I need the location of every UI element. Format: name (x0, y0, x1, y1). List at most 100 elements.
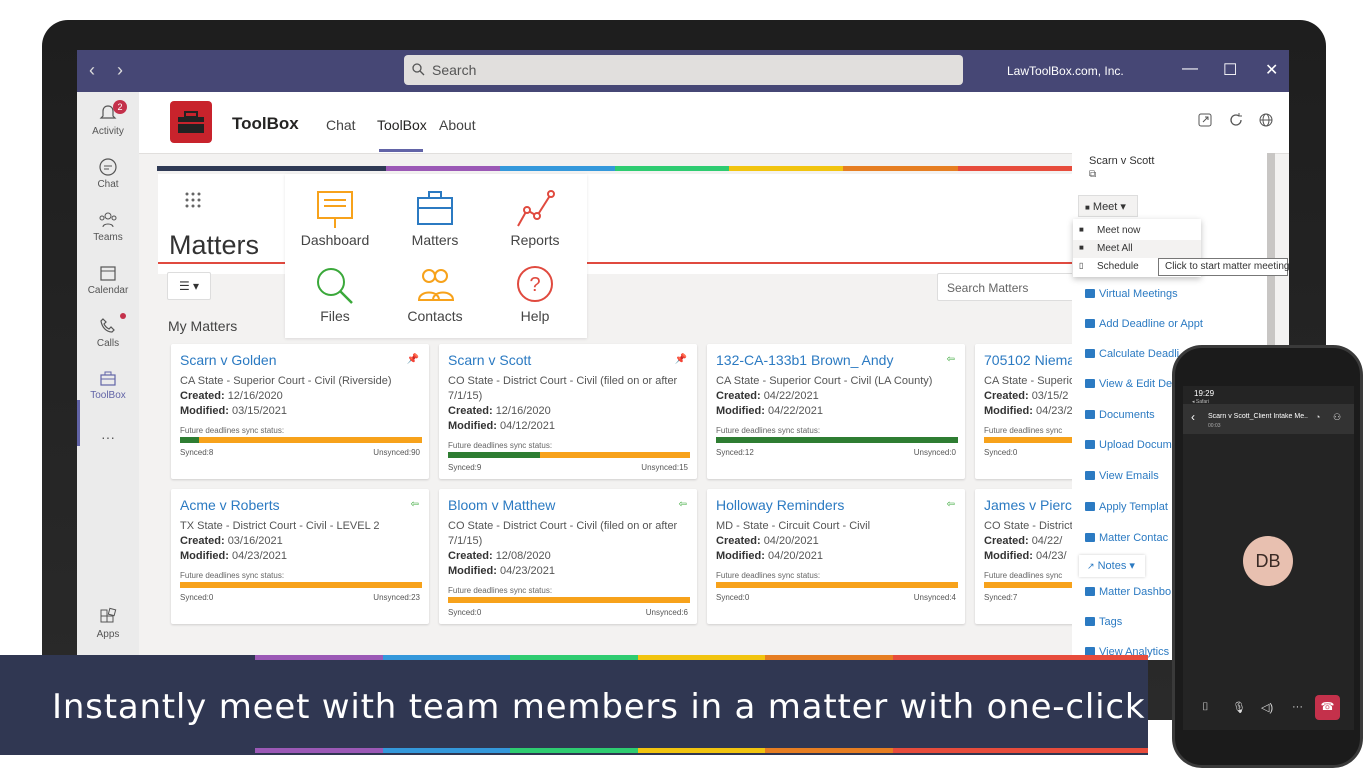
matter-title[interactable]: 705102 Niema (984, 352, 1075, 368)
tab-chat[interactable]: Chat (326, 117, 356, 133)
call-title: Scarn v Scott_Client Intake Me... (1208, 413, 1308, 420)
panel-link[interactable]: Tags (1085, 616, 1122, 628)
matter-card[interactable]: Scarn v Scott 📌 CO State - District Court … (439, 344, 697, 479)
menu-help[interactable]: ? Help (485, 264, 585, 324)
rail-toolbox[interactable]: ToolBox (77, 368, 139, 401)
rail-calendar[interactable]: Calendar (77, 263, 139, 296)
mic-off-icon[interactable]: 🎙 (1232, 701, 1246, 714)
option-label: Meet All (1097, 243, 1133, 254)
panel-link[interactable]: Documents (1085, 409, 1155, 421)
toolbox-menu: Dashboard Matters Reports Files Contacts… (285, 174, 587, 338)
forward-arrow-icon[interactable]: › (117, 60, 123, 81)
hang-up-button[interactable]: ☎ (1315, 695, 1340, 720)
panel-link[interactable]: View & Edit Dea (1085, 378, 1178, 390)
panel-link[interactable]: Add Deadline or Appt (1085, 318, 1203, 330)
caption-text: Instantly meet with team members in a ma… (52, 687, 1146, 727)
modified-date: Modified: 04/23/2 (984, 405, 1073, 417)
menu-dashboard[interactable]: Dashboard (285, 188, 385, 248)
panel-link[interactable]: Calculate Deadli (1085, 348, 1179, 360)
modified-value: 04/12/2021 (499, 420, 556, 432)
sync-icon[interactable]: ⇦ (411, 499, 419, 510)
search-matters-input[interactable]: Search Matters (937, 273, 1077, 301)
refresh-icon[interactable] (1228, 112, 1244, 128)
synced-fill (180, 437, 200, 443)
close-button[interactable]: ✕ (1265, 60, 1278, 80)
global-search-input[interactable]: Search (404, 55, 963, 85)
panel-link[interactable]: Matter Contac (1085, 532, 1168, 544)
phone-icon (100, 318, 115, 333)
notes-label: Notes ▾ (1097, 560, 1135, 572)
meet-button[interactable]: ■ Meet ▾ (1078, 195, 1138, 217)
panel-scrollbar[interactable] (1267, 153, 1275, 353)
matter-card[interactable]: Holloway Reminders ⇦ MD - State - Circuit … (707, 489, 965, 624)
stripe-segment (728, 166, 844, 171)
panel-link[interactable]: Matter Dashbo (1085, 586, 1171, 598)
panel-link-label: Calculate Deadli (1099, 348, 1180, 360)
chat-bubble-icon[interactable]: ◔ (1315, 412, 1320, 422)
matter-title[interactable]: Holloway Reminders (716, 497, 844, 513)
matter-title[interactable]: Acme v Roberts (180, 497, 280, 513)
matter-card[interactable]: 132-CA-133b1 Brown_ Andy ⇦ CA State - Supe… (707, 344, 965, 479)
meet-all-option[interactable]: ■ Meet All (1073, 240, 1201, 258)
matter-title[interactable]: 132-CA-133b1 Brown_ Andy (716, 352, 893, 368)
menu-files[interactable]: Files (285, 264, 385, 324)
back-arrow-icon[interactable]: ‹ (89, 60, 95, 81)
modified-value: 04/23/ (1035, 550, 1067, 562)
sync-status-label: Future deadlines sync status: (716, 426, 821, 435)
popout-icon[interactable] (1197, 112, 1213, 128)
panel-link[interactable]: View Emails (1085, 470, 1159, 482)
meet-now-option[interactable]: ■ Meet now (1073, 222, 1201, 240)
pin-icon[interactable]: 📌 (675, 354, 687, 365)
minimize-button[interactable]: — (1182, 60, 1198, 78)
rail-calls[interactable]: Calls (77, 313, 139, 349)
panel-link[interactable]: Virtual Meetings (1085, 288, 1178, 300)
panel-link[interactable]: Apply Templat (1085, 501, 1168, 513)
phone-clock: 19:29 (1194, 389, 1215, 398)
matter-card[interactable]: Acme v Roberts ⇦ TX State - District Court… (171, 489, 429, 624)
menu-matters[interactable]: Matters (385, 188, 485, 248)
modified-date: Modified: 04/20/2021 (716, 550, 823, 562)
title-underline (158, 262, 286, 264)
sync-icon[interactable]: ⇦ (947, 499, 955, 510)
camera-off-icon[interactable]: ⌷ (1202, 701, 1209, 714)
globe-icon[interactable] (1258, 112, 1274, 128)
matter-title[interactable]: Scarn v Golden (180, 352, 277, 368)
created-value: 04/22/ (1031, 535, 1063, 547)
rail-more[interactable]: ··· (77, 429, 139, 445)
created-label: Created: (716, 390, 761, 402)
menu-contacts[interactable]: Contacts (385, 264, 485, 324)
more-options-icon[interactable]: ··· (1292, 701, 1303, 713)
rail-apps[interactable]: Apps (77, 607, 139, 640)
tab-toolbox[interactable]: ToolBox (377, 117, 427, 133)
rail-chat[interactable]: Chat (77, 157, 139, 190)
unsynced-count: Unsynced:6 (645, 608, 688, 617)
maximize-button[interactable]: ☐ (1223, 60, 1237, 80)
link-icon (1085, 471, 1095, 480)
rail-activity[interactable]: 2 Activity (77, 100, 139, 137)
tab-about[interactable]: About (439, 117, 476, 133)
synced-count: Synced:9 (448, 463, 482, 472)
notes-button[interactable]: ↗ Notes ▾ (1079, 555, 1145, 577)
stripe-segment (157, 166, 272, 171)
presentation-board-icon (317, 191, 353, 228)
pin-icon[interactable]: 📌 (407, 354, 419, 365)
menu-reports[interactable]: Reports (485, 188, 585, 248)
modified-date: Modified: 04/12/2021 (448, 420, 555, 432)
participants-icon[interactable]: ⚇ (1333, 412, 1341, 423)
panel-link[interactable]: Upload Docum (1085, 439, 1172, 451)
modified-label: Modified: (448, 420, 497, 432)
sync-icon[interactable]: ⇦ (679, 499, 687, 510)
back-icon[interactable]: ‹ (1191, 410, 1195, 424)
matter-title[interactable]: Bloom v Matthew (448, 497, 555, 513)
matter-title[interactable]: Scarn v Scott (448, 352, 531, 368)
speaker-icon[interactable]: ◁) (1261, 701, 1273, 714)
filter-button[interactable]: ☰ ▾ (167, 272, 211, 300)
rail-teams[interactable]: Teams (77, 210, 139, 243)
option-label: Meet now (1097, 225, 1141, 236)
matter-card[interactable]: Bloom v Matthew ⇦ CO State - District Cour… (439, 489, 697, 624)
grid-dots-icon[interactable] (184, 191, 202, 209)
copy-icon[interactable]: ⧉ (1089, 169, 1096, 180)
matter-title[interactable]: James v Pierce (984, 497, 1080, 513)
matter-card[interactable]: Scarn v Golden 📌 CA State - Superior Court… (171, 344, 429, 479)
sync-icon[interactable]: ⇦ (947, 354, 955, 365)
